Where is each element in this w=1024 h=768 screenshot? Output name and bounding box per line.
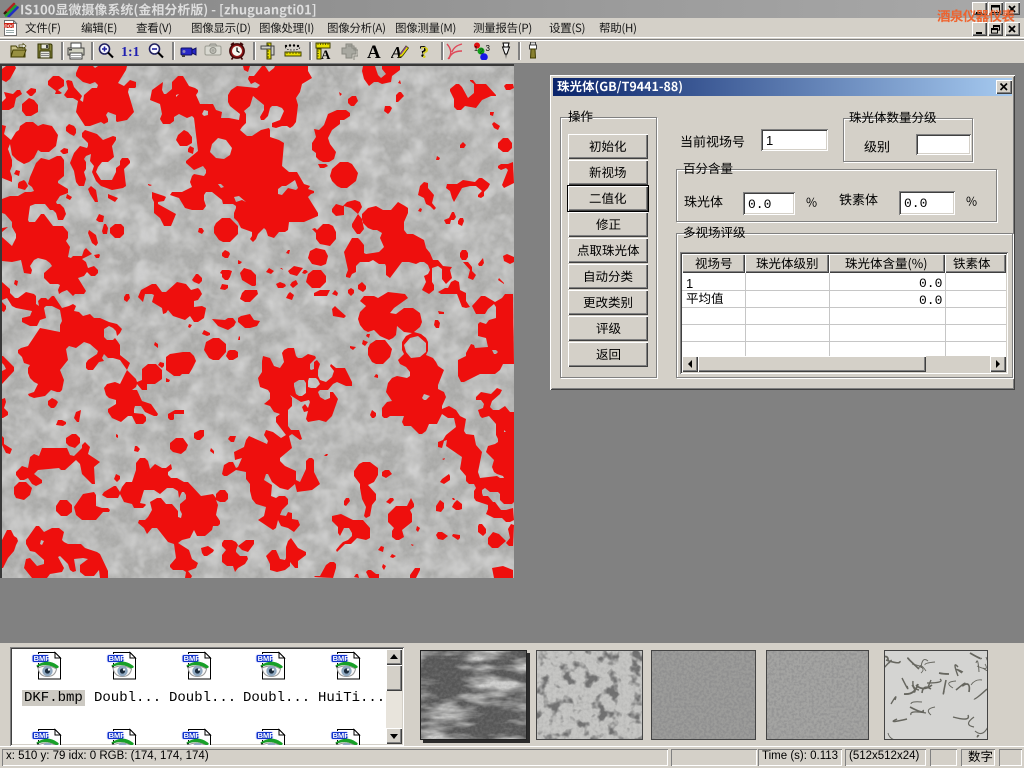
svg-text:A: A xyxy=(321,47,331,60)
svg-text:?: ? xyxy=(421,43,430,60)
svg-text:1:1: 1:1 xyxy=(121,45,139,60)
svg-text:A: A xyxy=(391,43,402,60)
svg-text:A: A xyxy=(367,42,381,60)
svg-text:DOC: DOC xyxy=(4,23,15,28)
svg-text:3: 3 xyxy=(486,44,491,53)
svg-text:1: 1 xyxy=(474,46,478,53)
